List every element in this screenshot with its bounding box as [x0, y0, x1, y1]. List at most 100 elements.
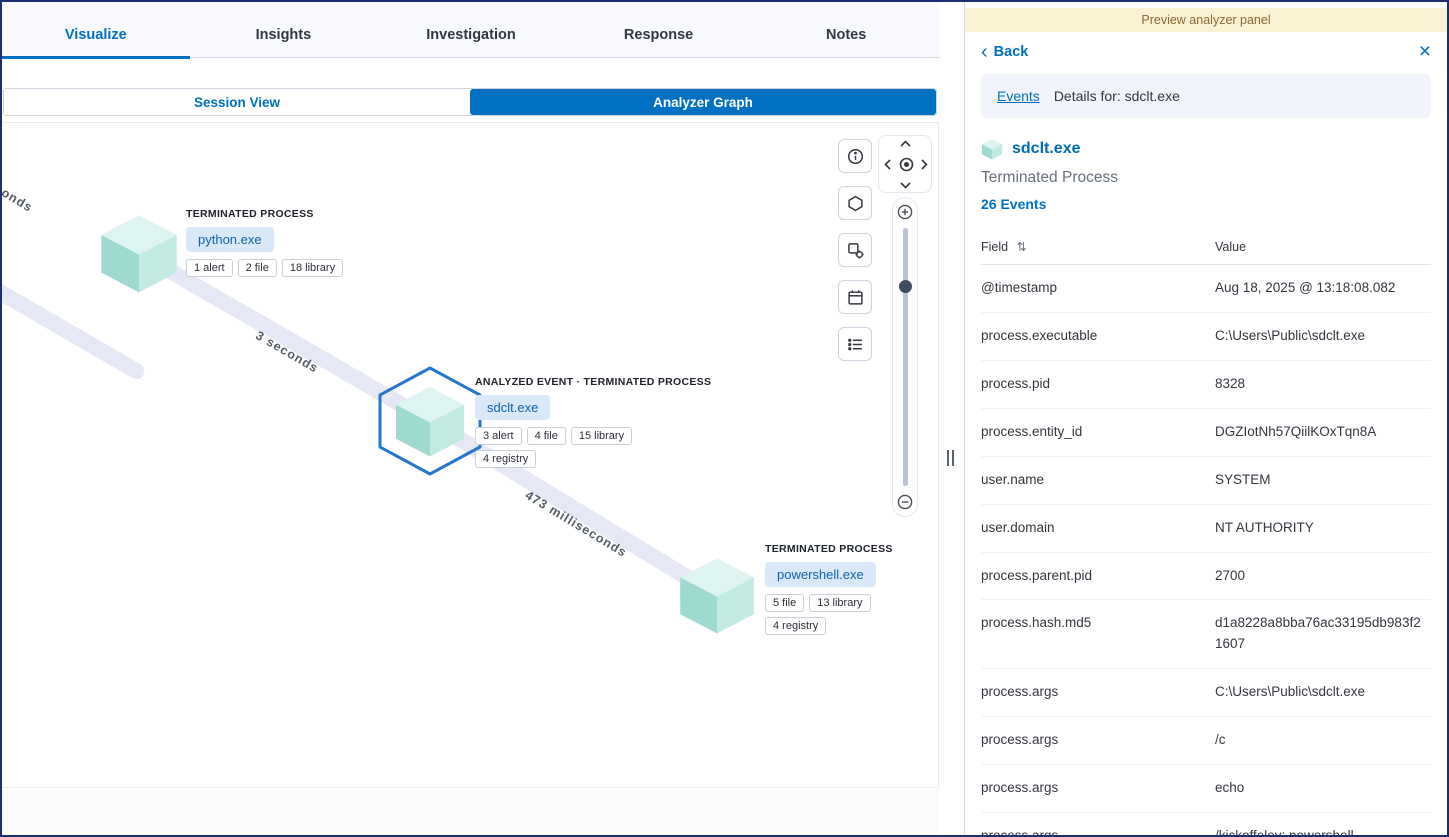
table-row: process.parent.pid2700	[981, 553, 1431, 601]
field-name: user.domain	[981, 518, 1215, 539]
panel-gutter	[940, 2, 964, 835]
badge: 13 library	[809, 594, 870, 612]
field-name: process.args	[981, 778, 1215, 799]
info-button[interactable]	[838, 139, 872, 173]
zoom-out-button[interactable]	[897, 494, 913, 510]
field-value: /c	[1215, 730, 1431, 751]
process-node-powershell[interactable]	[677, 555, 757, 640]
field-name: user.name	[981, 470, 1215, 491]
tab-visualize[interactable]: Visualize	[2, 12, 190, 58]
chevron-left-icon[interactable]	[883, 158, 892, 171]
field-value: NT AUTHORITY	[1215, 518, 1431, 539]
entity-title-block: sdclt.exe Terminated Process 26 Events	[965, 118, 1447, 212]
camera-pad	[878, 135, 932, 193]
field-value: DGZIotNh57QiilKOxTqn8A	[1215, 422, 1431, 443]
zoom-in-button[interactable]	[897, 204, 913, 220]
zoom-slider-thumb[interactable]	[899, 280, 912, 293]
tab-investigation[interactable]: Investigation	[377, 12, 565, 58]
plus-circle-icon	[897, 204, 913, 220]
process-type-label: TERMINATED PROCESS	[765, 543, 893, 555]
tab-bar: Visualize Insights Investigation Respons…	[2, 12, 940, 58]
hexagon-icon	[847, 195, 864, 212]
process-badges: 5 file13 library4 registry	[765, 594, 893, 635]
chevron-up-icon[interactable]	[899, 139, 912, 148]
process-badges: 3 alert4 file15 library4 registry	[475, 427, 637, 468]
view-toggle: Session View Analyzer Graph	[3, 88, 937, 116]
chevron-down-icon[interactable]	[899, 181, 912, 190]
cube-icon	[981, 138, 1003, 160]
field-value: /kickoffelev; powershell	[1215, 826, 1431, 835]
node-settings-button[interactable]	[838, 233, 872, 267]
table-row: process.pid8328	[981, 361, 1431, 409]
field-table-header: Field ⇅ Value	[981, 236, 1431, 265]
schema-button[interactable]	[838, 186, 872, 220]
field-value: d1a8228a8bba76ac33195db983f21607	[1215, 613, 1431, 655]
chevron-left-icon: ‹	[981, 45, 988, 59]
process-node-labels: TERMINATED PROCESS powershell.exe 5 file…	[765, 543, 893, 635]
preview-banner: Preview analyzer panel	[965, 8, 1447, 32]
table-row: process.argsecho	[981, 765, 1431, 813]
table-row: process.hash.md5d1a8228a8bba76ac33195db9…	[981, 600, 1431, 669]
entity-subtitle: Terminated Process	[981, 169, 1431, 187]
tab-insights[interactable]: Insights	[190, 12, 378, 58]
date-picker-button[interactable]	[838, 280, 872, 314]
close-panel-button[interactable]: ×	[1419, 42, 1431, 62]
zoom-control	[892, 197, 918, 517]
table-row: user.nameSYSTEM	[981, 457, 1431, 505]
field-value: 2700	[1215, 566, 1431, 587]
analyzer-graph-canvas[interactable]: seconds 3 seconds 473 milliseconds TERMI…	[2, 122, 939, 788]
visualize-section: Visualize Insights Investigation Respons…	[2, 2, 940, 835]
center-camera-icon[interactable]	[897, 155, 916, 174]
field-value: C:\Users\Public\sdclt.exe	[1215, 682, 1431, 703]
badge: 15 library	[571, 427, 632, 445]
cube-icon	[393, 384, 467, 458]
graph-toolbar	[838, 139, 872, 361]
table-row: process.args/c	[981, 717, 1431, 765]
table-row: @timestampAug 18, 2025 @ 13:18:08.082	[981, 265, 1431, 313]
minus-circle-icon	[897, 494, 913, 510]
node-settings-icon	[847, 242, 864, 259]
badge: 4 registry	[475, 450, 536, 468]
table-row: process.argsC:\Users\Public\sdclt.exe	[981, 669, 1431, 717]
session-view-toggle[interactable]: Session View	[4, 89, 470, 115]
node-list-button[interactable]	[838, 327, 872, 361]
field-name: process.args	[981, 826, 1215, 835]
cube-icon	[98, 212, 180, 294]
analyzer-graph-toggle[interactable]: Analyzer Graph	[470, 89, 936, 115]
entity-name-link[interactable]: sdclt.exe	[1012, 140, 1080, 158]
field-table-body: @timestampAug 18, 2025 @ 13:18:08.082pro…	[981, 265, 1431, 835]
field-name: @timestamp	[981, 278, 1215, 299]
events-count-link[interactable]: 26 Events	[981, 196, 1431, 212]
tab-header: Visualize Insights Investigation Respons…	[2, 2, 940, 58]
field-name: process.args	[981, 682, 1215, 703]
process-type-label: TERMINATED PROCESS	[186, 208, 343, 220]
process-name-pill[interactable]: sdclt.exe	[475, 395, 550, 420]
field-value: echo	[1215, 778, 1431, 799]
chevron-right-icon[interactable]	[920, 158, 929, 171]
field-name: process.hash.md5	[981, 613, 1215, 655]
process-node-python[interactable]	[98, 212, 180, 299]
table-row: process.executableC:\Users\Public\sdclt.…	[981, 313, 1431, 361]
field-name: process.pid	[981, 374, 1215, 395]
canvas-footer-area	[2, 789, 939, 835]
sort-icon[interactable]: ⇅	[1017, 240, 1027, 254]
panel-resize-handle[interactable]	[947, 450, 957, 466]
breadcrumb-events-link[interactable]: Events	[997, 88, 1040, 104]
process-node-labels: ANALYZED EVENT · TERMINATED PROCESS sdcl…	[475, 376, 711, 468]
list-icon	[847, 336, 864, 353]
process-node-sdclt[interactable]	[393, 384, 467, 463]
cube-icon	[677, 555, 757, 635]
process-name-pill[interactable]: python.exe	[186, 227, 274, 252]
security-analyzer-window: Visualize Insights Investigation Respons…	[0, 0, 1449, 837]
process-name-pill[interactable]: powershell.exe	[765, 562, 876, 587]
badge: 4 registry	[765, 617, 826, 635]
process-node-labels: TERMINATED PROCESS python.exe 1 alert2 f…	[186, 208, 343, 277]
tab-notes[interactable]: Notes	[752, 12, 940, 58]
back-button[interactable]: ‹ Back	[981, 44, 1028, 60]
tab-response[interactable]: Response	[565, 12, 753, 58]
table-row: user.domainNT AUTHORITY	[981, 505, 1431, 553]
field-value: C:\Users\Public\sdclt.exe	[1215, 326, 1431, 347]
table-row: process.args/kickoffelev; powershell	[981, 813, 1431, 835]
back-label: Back	[994, 44, 1029, 60]
zoom-slider-track[interactable]	[903, 228, 908, 486]
